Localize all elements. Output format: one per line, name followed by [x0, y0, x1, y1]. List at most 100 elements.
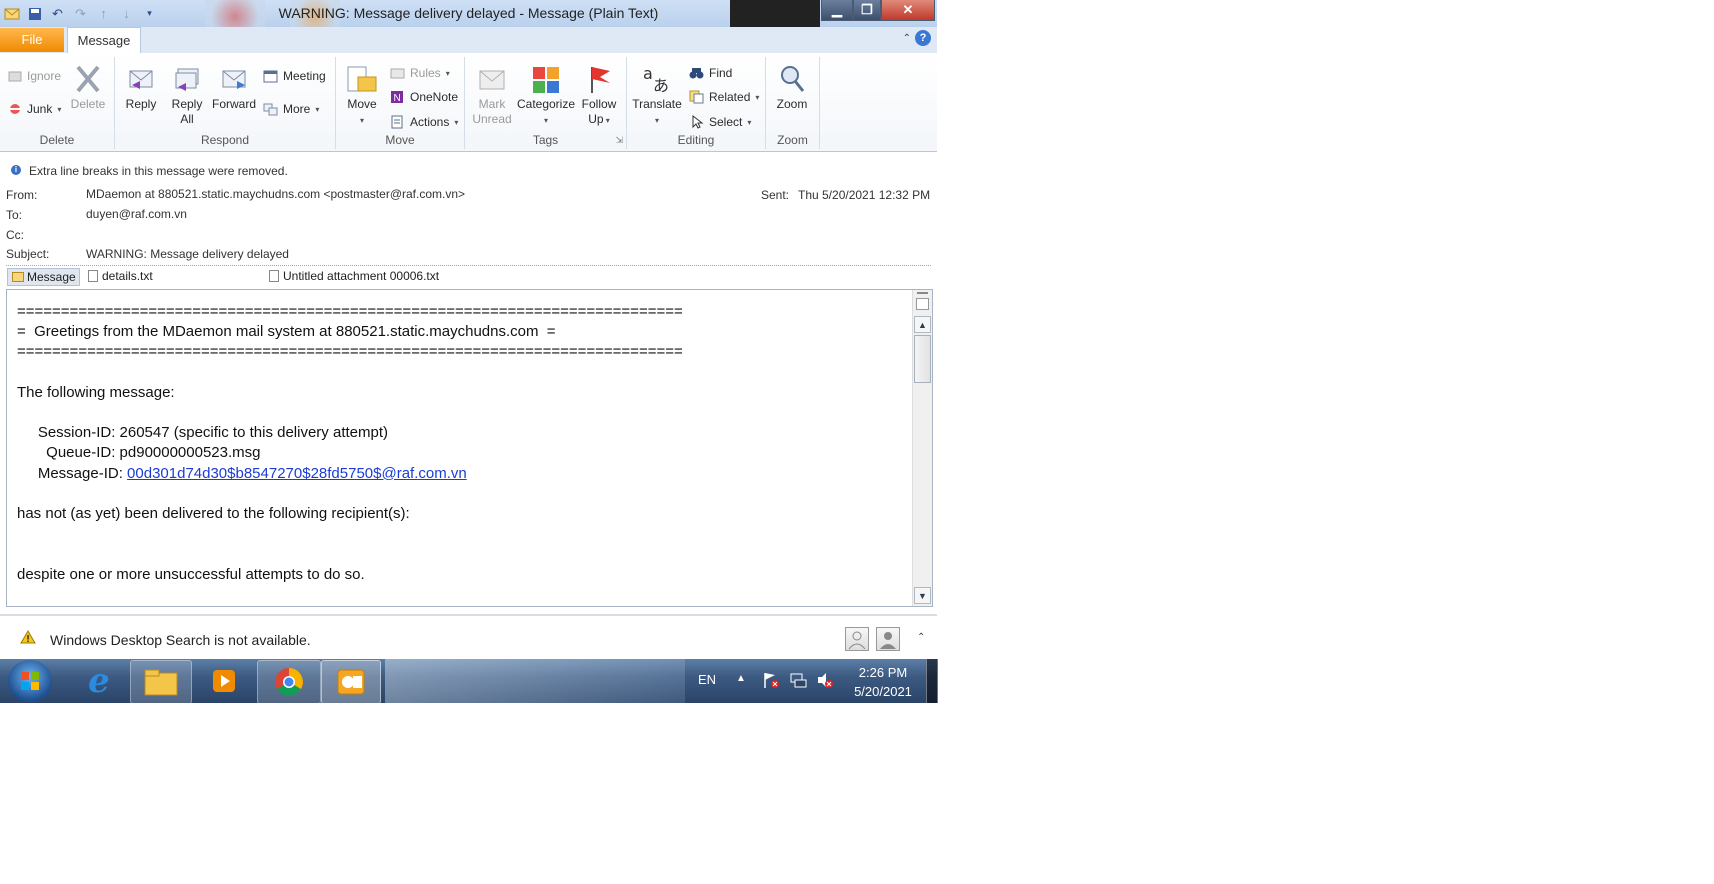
expand-people-pane-icon[interactable]: ⌃: [917, 632, 925, 643]
svg-text:あ: あ: [653, 76, 669, 95]
body-despite-line: despite one or more unsuccessful attempt…: [17, 565, 365, 583]
subject-label: Subject:: [6, 247, 50, 261]
svg-text:a: a: [643, 64, 653, 83]
sent-value: Thu 5/20/2021 12:32 PM: [798, 188, 931, 202]
onenote-button[interactable]: N OneNote: [390, 90, 458, 104]
forward-button[interactable]: Forward: [211, 63, 257, 111]
categorize-icon: [533, 67, 559, 93]
show-hidden-icons-button[interactable]: ▲: [736, 673, 746, 684]
meeting-button[interactable]: Meeting: [263, 69, 326, 83]
zoom-button[interactable]: Zoom: [770, 63, 814, 111]
body-rule-line: ========================================…: [17, 343, 683, 361]
related-icon: [689, 90, 704, 104]
tags-group: Mark Unread Categorize ▾ Follow Up ▾ Tags…: [465, 57, 627, 149]
windows-taskbar: e EN ▲ 2:26 PM 5/20/2021: [0, 659, 938, 704]
taskbar-internet-explorer[interactable]: e: [70, 660, 128, 702]
select-cursor-icon: [692, 115, 704, 129]
message-envelope-icon: [12, 272, 24, 282]
more-respond-icon: [263, 103, 278, 116]
junk-button[interactable]: Junk ▾: [8, 102, 61, 116]
info-bar-text: Extra line breaks in this message were r…: [29, 164, 288, 178]
junk-icon: [10, 104, 20, 114]
ignore-icon: [8, 71, 22, 82]
rules-button[interactable]: Rules ▾: [390, 66, 450, 80]
svg-text:N: N: [394, 93, 401, 104]
show-desktop-button[interactable]: [926, 659, 938, 703]
follow-up-button[interactable]: Follow Up ▾: [577, 63, 621, 128]
taskbar-media-player[interactable]: [195, 660, 253, 702]
reply-all-button[interactable]: Reply All: [167, 63, 207, 127]
actions-button[interactable]: Actions ▾: [390, 115, 458, 129]
to-value[interactable]: duyen@raf.com.vn: [86, 207, 187, 221]
zoom-group-label: Zoom: [777, 133, 808, 147]
zoom-magnifier-icon: [781, 66, 805, 92]
tags-group-label: Tags: [532, 133, 559, 147]
find-button[interactable]: Find: [689, 66, 732, 80]
outlook-icon: [337, 669, 365, 695]
body-message-id-label: Message-ID:: [17, 464, 128, 482]
text-file-icon: [269, 270, 279, 282]
editing-group: aあ Translate ▾ Find Related ▾ Select ▾ Edit…: [627, 57, 766, 149]
message-body-text: ========================================…: [17, 302, 683, 585]
person-avatar-icon[interactable]: [845, 627, 869, 651]
minimize-ribbon-icon[interactable]: ⌃: [903, 33, 911, 44]
scroll-thumb[interactable]: [914, 335, 931, 383]
close-button[interactable]: ✕: [881, 0, 935, 21]
related-button[interactable]: Related ▾: [689, 90, 759, 104]
tags-dialog-launcher-icon[interactable]: ⇲: [615, 135, 623, 146]
tab-message[interactable]: Message: [67, 27, 141, 54]
title-bar: ↶ ↷ ↑ ↓ ▾ WARNING: Message delivery dela…: [0, 0, 937, 27]
delete-button[interactable]: Delete: [68, 63, 108, 111]
person-avatar-icon[interactable]: [876, 627, 900, 651]
volume-muted-icon[interactable]: [816, 671, 834, 692]
tab-file[interactable]: File: [0, 28, 64, 52]
from-value[interactable]: MDaemon at 880521.static.maychudns.com <…: [86, 187, 465, 201]
subject-value: WARNING: Message delivery delayed: [86, 247, 289, 261]
ignore-button[interactable]: Ignore: [8, 69, 61, 83]
message-body[interactable]: ========================================…: [6, 289, 933, 607]
start-button[interactable]: [8, 660, 52, 702]
attachment-details-txt[interactable]: details.txt: [88, 269, 153, 283]
action-center-flag-icon[interactable]: [762, 671, 780, 692]
network-icon[interactable]: [789, 671, 807, 692]
media-player-icon: [213, 670, 235, 692]
sent-label: Sent:: [761, 188, 790, 202]
select-button[interactable]: Select ▾: [689, 115, 751, 129]
clock[interactable]: 2:26 PM 5/20/2021: [845, 663, 921, 701]
find-binoculars-icon: [689, 68, 704, 79]
mark-unread-button[interactable]: Mark Unread: [469, 63, 515, 127]
body-not-delivered-line: has not (as yet) been delivered to the f…: [17, 505, 410, 523]
info-icon: i: [11, 165, 21, 175]
outlook-message-window: ↶ ↷ ↑ ↓ ▾ WARNING: Message delivery dela…: [0, 0, 937, 660]
internet-explorer-icon: e: [88, 661, 110, 701]
message-id-link[interactable]: 00d301d74d30$b8547270$28fd5750$@raf.com.…: [127, 465, 467, 482]
body-greeting-line: = Greetings from the MDaemon mail system…: [17, 323, 556, 341]
minimize-button[interactable]: ▁: [821, 0, 853, 21]
body-session-line: Session-ID: 260547 (specific to this del…: [17, 424, 388, 442]
categorize-button[interactable]: Categorize ▾: [515, 63, 577, 128]
attachment-message-tab[interactable]: Message: [7, 268, 80, 286]
help-icon[interactable]: ?: [915, 30, 931, 46]
scroll-up-button[interactable]: ▲: [914, 316, 931, 333]
status-text: Windows Desktop Search is not available.: [50, 632, 311, 648]
from-label: From:: [6, 188, 38, 202]
chrome-icon: [275, 668, 303, 696]
translate-button[interactable]: aあ Translate ▾: [629, 63, 685, 128]
cc-label: Cc:: [6, 228, 24, 242]
contact-card-icon[interactable]: [916, 298, 929, 310]
respond-group-label: Respond: [200, 133, 250, 147]
language-indicator[interactable]: EN: [698, 672, 716, 687]
vertical-scrollbar[interactable]: ▲ ▼: [912, 290, 932, 606]
scroll-split-icon: [917, 292, 928, 294]
maximize-button[interactable]: ❐: [853, 0, 881, 21]
reply-button[interactable]: Reply: [121, 63, 161, 111]
more-respond-button[interactable]: More ▾: [263, 102, 319, 116]
taskbar-chrome[interactable]: [257, 660, 321, 704]
taskbar-outlook[interactable]: [321, 660, 381, 704]
taskbar-file-explorer[interactable]: [130, 660, 192, 704]
move-button[interactable]: Move ▾: [340, 63, 384, 128]
attachment-untitled-txt[interactable]: Untitled attachment 00006.txt: [269, 269, 439, 283]
zoom-group: Zoom Zoom: [766, 57, 820, 149]
scroll-down-button[interactable]: ▼: [914, 587, 931, 604]
translate-icon: aあ: [643, 64, 669, 95]
